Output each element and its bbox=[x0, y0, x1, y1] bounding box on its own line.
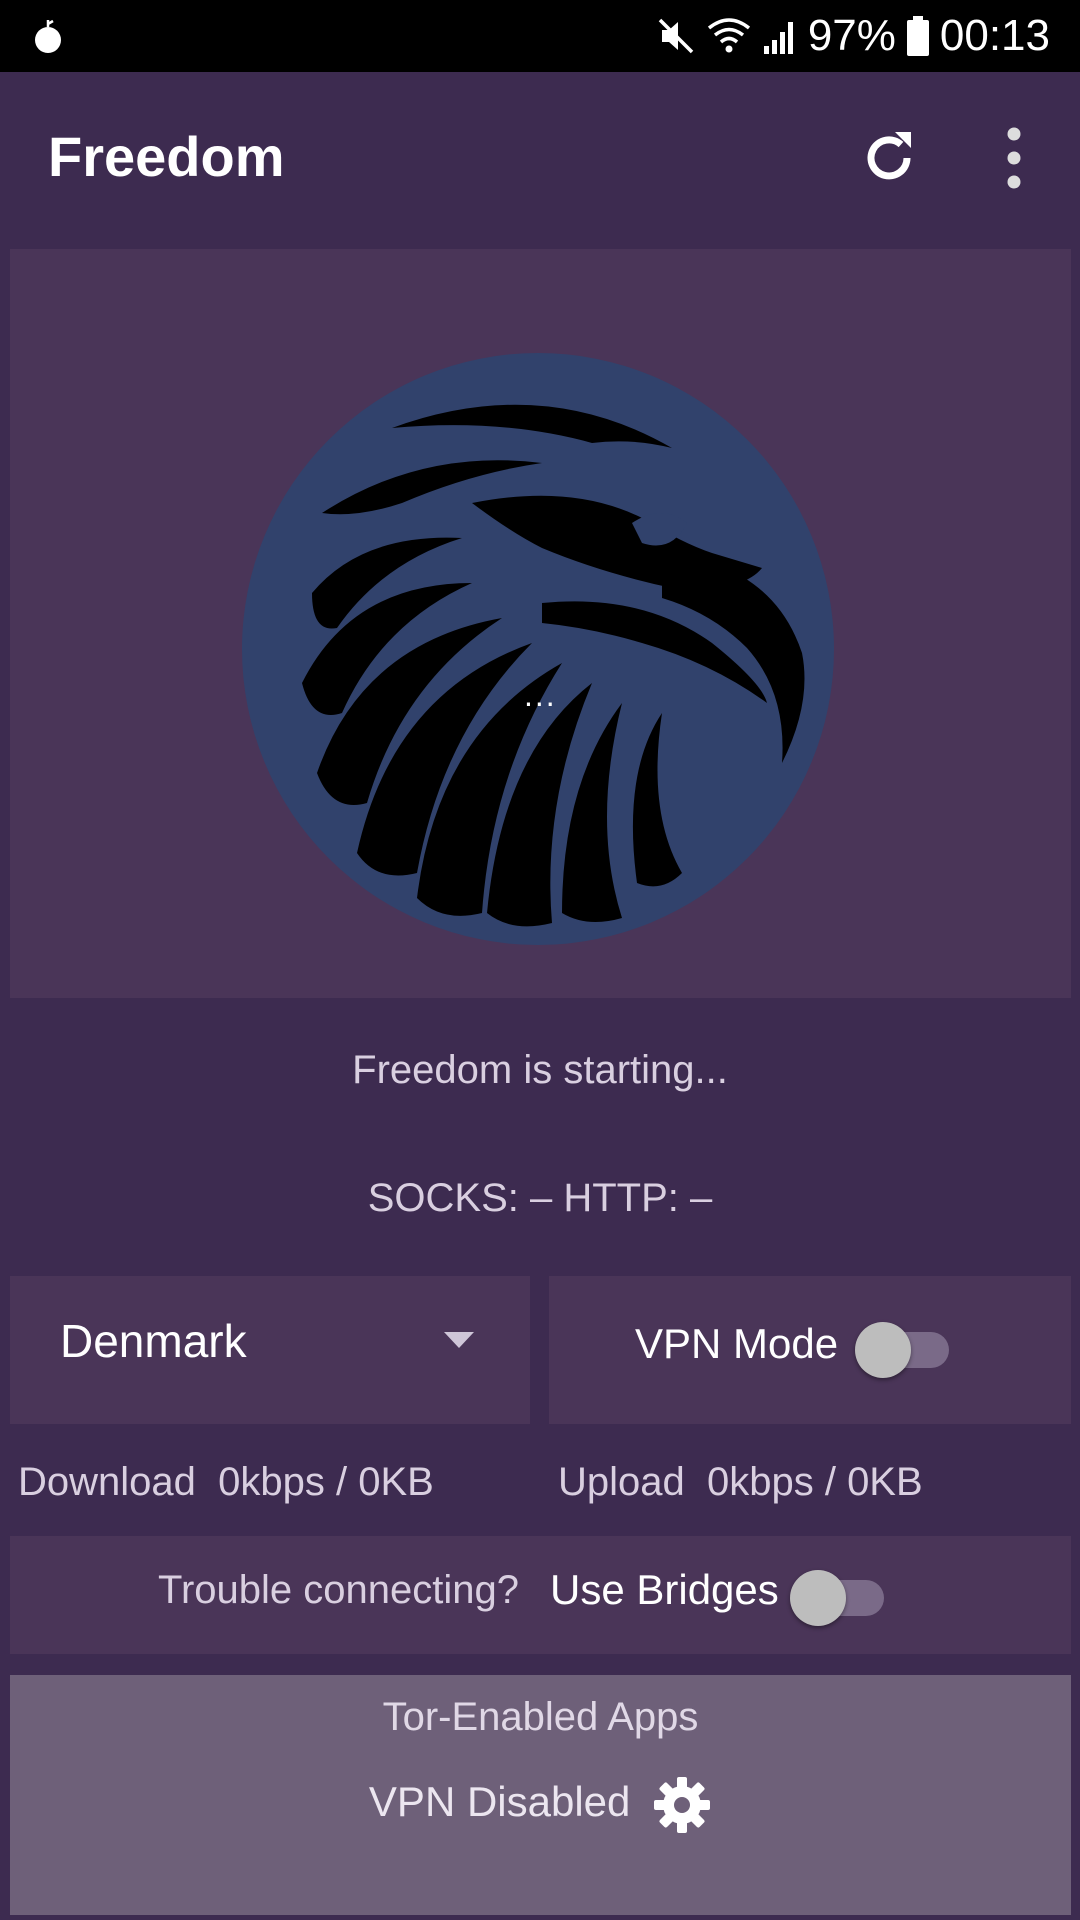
app-title: Freedom bbox=[48, 125, 285, 188]
vpn-status-row: VPN Disabled bbox=[10, 1775, 1071, 1835]
use-bridges-switch[interactable] bbox=[790, 1562, 890, 1626]
connection-status: Freedom is starting... bbox=[352, 1048, 728, 1092]
hero-panel: ... bbox=[10, 249, 1071, 998]
country-value: Denmark bbox=[60, 1315, 247, 1367]
app-bar: Freedom bbox=[0, 72, 1080, 244]
signal-icon bbox=[763, 22, 793, 54]
dropdown-arrow-icon bbox=[444, 1332, 474, 1348]
vpn-status-label: VPN Disabled bbox=[368, 1778, 631, 1826]
country-selector[interactable]: Denmark bbox=[10, 1276, 530, 1424]
vpn-mode-card: VPN Mode bbox=[549, 1276, 1071, 1424]
switch-thumb bbox=[790, 1570, 846, 1626]
battery-icon bbox=[906, 16, 929, 56]
onion-icon bbox=[35, 19, 61, 53]
eagle-icon bbox=[302, 404, 805, 927]
tor-apps-title: Tor-Enabled Apps bbox=[382, 1695, 699, 1739]
status-bar: 97% 00:13 bbox=[0, 0, 1080, 72]
tor-apps-card[interactable]: Tor-Enabled Apps VPN Disabled bbox=[10, 1675, 1071, 1915]
download-stat: Download 0kbps / 0KB bbox=[18, 1460, 434, 1504]
vpn-mode-label: VPN Mode bbox=[635, 1320, 839, 1367]
gear-icon[interactable] bbox=[652, 1775, 712, 1835]
vpn-mode-switch[interactable] bbox=[855, 1314, 955, 1378]
use-bridges-label: Use Bridges bbox=[550, 1566, 779, 1613]
bridges-card: Trouble connecting? Use Bridges bbox=[10, 1536, 1071, 1654]
bridges-question: Trouble connecting? bbox=[158, 1568, 519, 1612]
proxy-ports: SOCKS: – HTTP: – bbox=[367, 1176, 713, 1220]
mute-icon bbox=[658, 18, 694, 54]
switch-thumb bbox=[855, 1322, 911, 1378]
more-vert-icon[interactable] bbox=[990, 124, 1038, 192]
clock: 00:13 bbox=[939, 11, 1050, 60]
upload-stat: Upload 0kbps / 0KB bbox=[558, 1460, 923, 1504]
battery-percent: 97% bbox=[807, 11, 896, 60]
refresh-icon[interactable] bbox=[855, 124, 923, 192]
wifi-icon bbox=[707, 18, 750, 53]
loading-indicator: ... bbox=[524, 677, 557, 713]
eagle-logo[interactable] bbox=[242, 353, 834, 945]
